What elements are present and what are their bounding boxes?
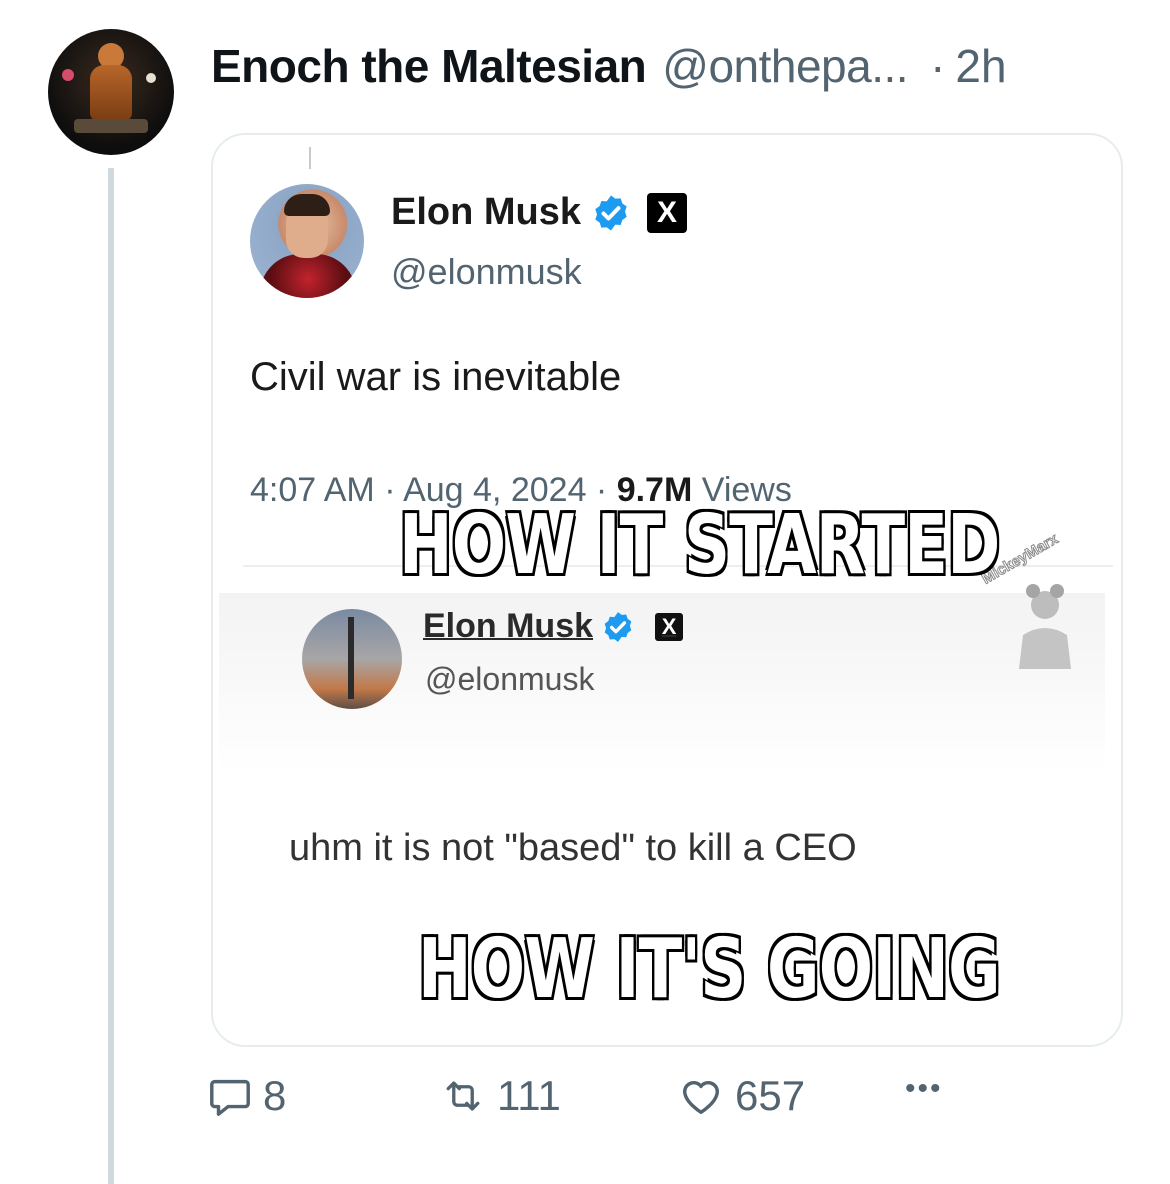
like-button[interactable]: 657 xyxy=(677,1072,805,1120)
quoted-author-avatar xyxy=(250,184,364,298)
meme-caption-bottom: HOW IT'S GOING xyxy=(417,922,1002,1017)
reply-button[interactable]: 8 xyxy=(207,1072,286,1120)
retweet-icon xyxy=(446,1081,480,1111)
retweet-button[interactable]: 111 xyxy=(439,1072,561,1120)
more-button[interactable]: ••• xyxy=(905,1072,943,1106)
avatar-figure-body xyxy=(90,65,132,121)
author-name[interactable]: Enoch the Maltesian xyxy=(211,36,647,96)
avatar-figure-table xyxy=(74,119,148,133)
post-header: Enoch the Maltesian @onthepa... · 2h xyxy=(211,36,1131,96)
reply-icon xyxy=(210,1079,250,1116)
quoted-tweet-text-2: uhm it is not "based" to kill a CEO xyxy=(289,827,857,869)
meme-caption-top: HOW IT STARTED xyxy=(398,498,1002,593)
quoted-author-handle-2: @elonmusk xyxy=(425,661,595,697)
quoted-author-name-row-2: Elon Musk X xyxy=(423,607,684,646)
more-icon: ••• xyxy=(905,1072,943,1105)
x-logo-icon: X xyxy=(647,192,688,233)
quoted-author-name-2: Elon Musk xyxy=(423,607,594,645)
rocket-icon xyxy=(348,617,354,699)
quoted-tweet-text: Civil war is inevitable xyxy=(250,355,622,399)
quoted-author-name: Elon Musk xyxy=(391,191,582,233)
author-handle[interactable]: @onthepa... xyxy=(662,36,908,96)
watermark-figure-icon xyxy=(1019,584,1071,669)
heart-icon xyxy=(682,1081,720,1115)
attached-meme-image[interactable]: Elon Musk X @elonmusk Civil war is inevi… xyxy=(211,133,1123,1047)
reply-count: 8 xyxy=(263,1072,287,1119)
avatar-shirt xyxy=(260,254,356,298)
action-bar: 8 111 657 ••• xyxy=(207,1072,1007,1132)
quoted-author-name-row: Elon Musk X xyxy=(391,191,688,234)
quoted-tweet-time: 4:07 AM xyxy=(250,471,375,509)
meme-top-tick xyxy=(309,147,311,169)
avatar-decoration xyxy=(62,69,74,81)
like-count: 657 xyxy=(735,1072,806,1119)
post-time[interactable]: 2h xyxy=(955,36,1006,96)
verified-badge-icon xyxy=(604,611,632,642)
x-logo-icon: X xyxy=(655,612,684,641)
author-avatar[interactable] xyxy=(48,29,174,155)
avatar-decoration xyxy=(146,73,156,83)
verified-badge-icon xyxy=(595,195,627,230)
quoted-author-handle: @elonmusk xyxy=(391,251,582,292)
quoted-author-avatar-2 xyxy=(302,609,402,709)
retweet-count: 111 xyxy=(497,1072,561,1119)
avatar-hair xyxy=(284,194,330,216)
header-separator: · xyxy=(930,40,946,92)
thread-line xyxy=(108,168,114,1184)
